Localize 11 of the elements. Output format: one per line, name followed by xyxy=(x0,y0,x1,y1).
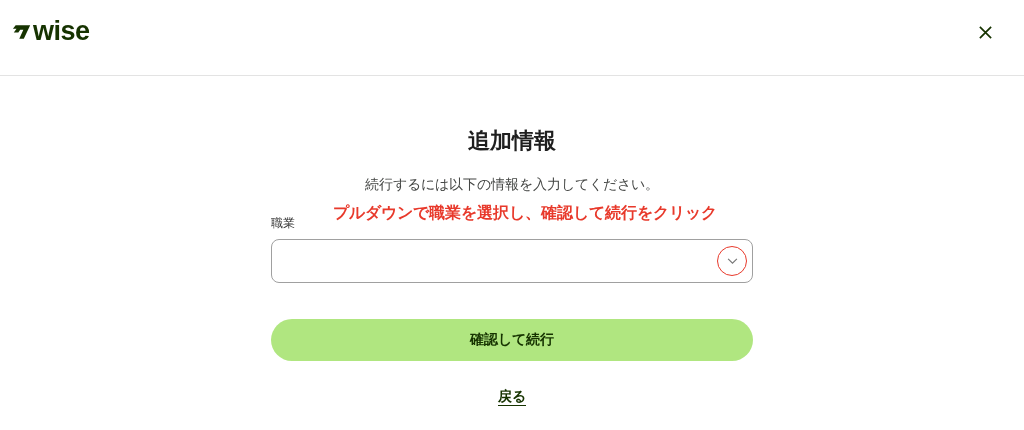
back-link[interactable]: 戻る xyxy=(498,388,526,406)
occupation-dropdown[interactable] xyxy=(271,239,753,283)
field-label: 職業 xyxy=(271,215,295,232)
page-title: 追加情報 xyxy=(468,127,556,155)
subtitle: 続行するには以下の情報を入力してください。 xyxy=(365,175,659,194)
close-icon xyxy=(978,25,993,40)
chevron-down-icon xyxy=(726,257,738,265)
flag-icon xyxy=(12,23,32,40)
annotation-text: プルダウンで職業を選択し、確認して続行をクリック xyxy=(333,203,717,224)
logo-text: wise xyxy=(33,16,90,47)
confirm-continue-button[interactable]: 確認して続行 xyxy=(271,319,753,361)
